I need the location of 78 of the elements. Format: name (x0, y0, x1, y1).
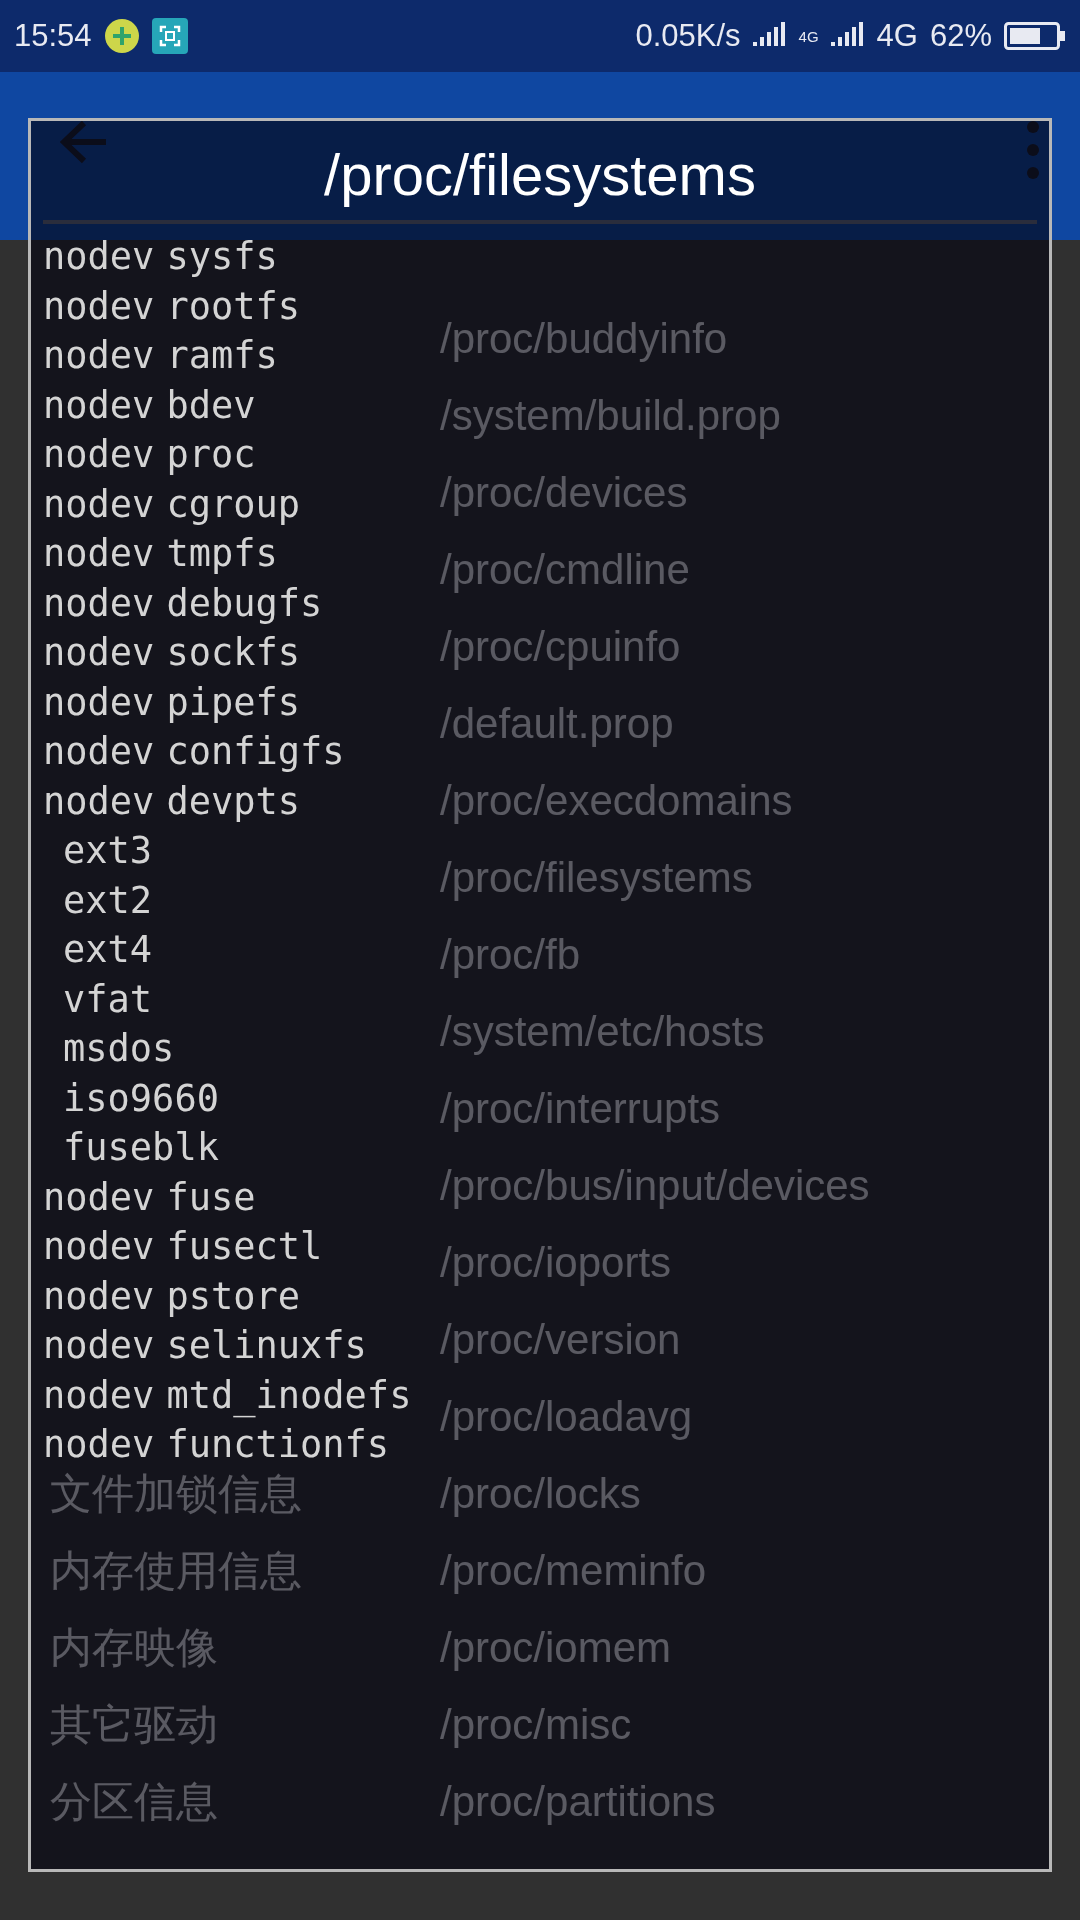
device-flag-text: nodev (43, 235, 155, 279)
list-item-path: /proc/loadavg (440, 1392, 694, 1441)
device-flag-text: nodev (43, 433, 155, 477)
filesystem-name-text: fuseblk (63, 1126, 219, 1170)
filesystem-name-text: ext3 (63, 829, 153, 873)
filesystem-name-text: ext4 (63, 928, 153, 972)
list-item-path: /system/build.prop (440, 391, 782, 440)
device-flag-text: nodev (43, 631, 155, 675)
list-item-path: /proc/partitions (440, 1777, 717, 1826)
filesystem-name-text: mtd_inodefs (166, 1373, 412, 1417)
list-item-path: /proc/misc (440, 1700, 633, 1749)
list-item-path: /proc/ioports (440, 1238, 673, 1287)
filesystem-name-text: pstore (166, 1274, 301, 1318)
battery-icon (1004, 22, 1066, 50)
device-flag-text: nodev (43, 680, 155, 724)
device-flag-text: nodev (43, 532, 155, 576)
sim-label: 4G (798, 28, 819, 44)
filesystem-name-text: sockfs (166, 631, 301, 675)
list-item-label: 内存使用信息 (50, 1545, 303, 1596)
device-flag-text: nodev (43, 1225, 155, 1269)
filesystem-name-text: vfat (63, 977, 153, 1021)
device-flag-text: nodev (43, 482, 155, 526)
device-flag-text: nodev (43, 1373, 155, 1417)
battery-percent: 62% (929, 18, 992, 54)
clock: 15:54 (14, 18, 92, 54)
device-flag-text: nodev (43, 284, 155, 328)
device-flag-text: nodev (43, 334, 155, 378)
list-item-path: /proc/filesystems (440, 853, 754, 902)
list-item-label: 内存映像 (50, 1622, 219, 1673)
list-item-path: /proc/cpuinfo (440, 622, 682, 671)
filesystem-name-text: ramfs (166, 334, 278, 378)
network-speed: 0.05K/s (635, 18, 741, 54)
filesystem-name-text: fusectl (166, 1225, 323, 1269)
device-flag-text: nodev (43, 1175, 155, 1219)
list-item-path: /proc/devices (440, 468, 689, 517)
filesystem-name-text: bdev (166, 383, 256, 427)
list-item-label: 其它驱动 (50, 1699, 219, 1750)
back-arrow-icon[interactable] (60, 120, 108, 164)
filesystem-name-text: devpts (166, 779, 301, 823)
list-item-path: /proc/cmdline (440, 545, 691, 594)
filesystem-name-text: cgroup (166, 482, 301, 526)
device-flag-text: nodev (43, 1423, 155, 1467)
list-item-path: /proc/bus/input/devices (440, 1161, 871, 1210)
filesystem-name-text: functionfs (166, 1423, 390, 1467)
list-item-path: /proc/locks (440, 1469, 642, 1518)
filesystem-name-text: fuse (166, 1175, 256, 1219)
filesystem-name-text: iso9660 (63, 1076, 219, 1120)
list-item-path: /proc/execdomains (440, 776, 794, 825)
screenshot-icon (151, 18, 188, 54)
filesystem-name-text: rootfs (166, 284, 301, 328)
list-item-label: 文件加锁信息 (50, 1468, 303, 1519)
filesystem-name-text: proc (166, 433, 256, 477)
device-flag-text: nodev (43, 730, 155, 774)
filesystem-name-text: sysfs (166, 235, 278, 279)
list-item-path: /system/etc/hosts (440, 1007, 766, 1056)
filesystem-name-text: configfs (166, 730, 345, 774)
list-item-path: /default.prop (440, 699, 675, 748)
filesystem-name-text: ext2 (63, 878, 153, 922)
filesystem-name-text: msdos (63, 1027, 175, 1071)
device-flag-text: nodev (43, 581, 155, 625)
filesystem-name-text: pipefs (166, 680, 301, 724)
list-item-path: /proc/buddyinfo (440, 314, 729, 363)
device-flag-text: nodev (43, 1274, 155, 1318)
list-item-path: /proc/interrupts (440, 1084, 722, 1133)
list-item-path: /proc/fb (440, 930, 582, 979)
filesystem-name-text: selinuxfs (166, 1324, 367, 1368)
list-item-path: /proc/iomem (440, 1623, 673, 1672)
list-item-path: /proc/meminfo (440, 1546, 708, 1595)
device-flag-text: nodev (43, 1324, 155, 1368)
filesystem-name-text: debugfs (166, 581, 323, 625)
filesystem-name-text: tmpfs (166, 532, 278, 576)
dialog-title: /proc/filesystems (324, 141, 756, 209)
list-item-label: 分区信息 (50, 1776, 219, 1827)
device-flag-text: nodev (43, 383, 155, 427)
network-type: 4G (876, 18, 918, 54)
list-item-path: /proc/version (440, 1315, 682, 1364)
plus-icon (103, 18, 140, 54)
device-flag-text: nodev (43, 779, 155, 823)
